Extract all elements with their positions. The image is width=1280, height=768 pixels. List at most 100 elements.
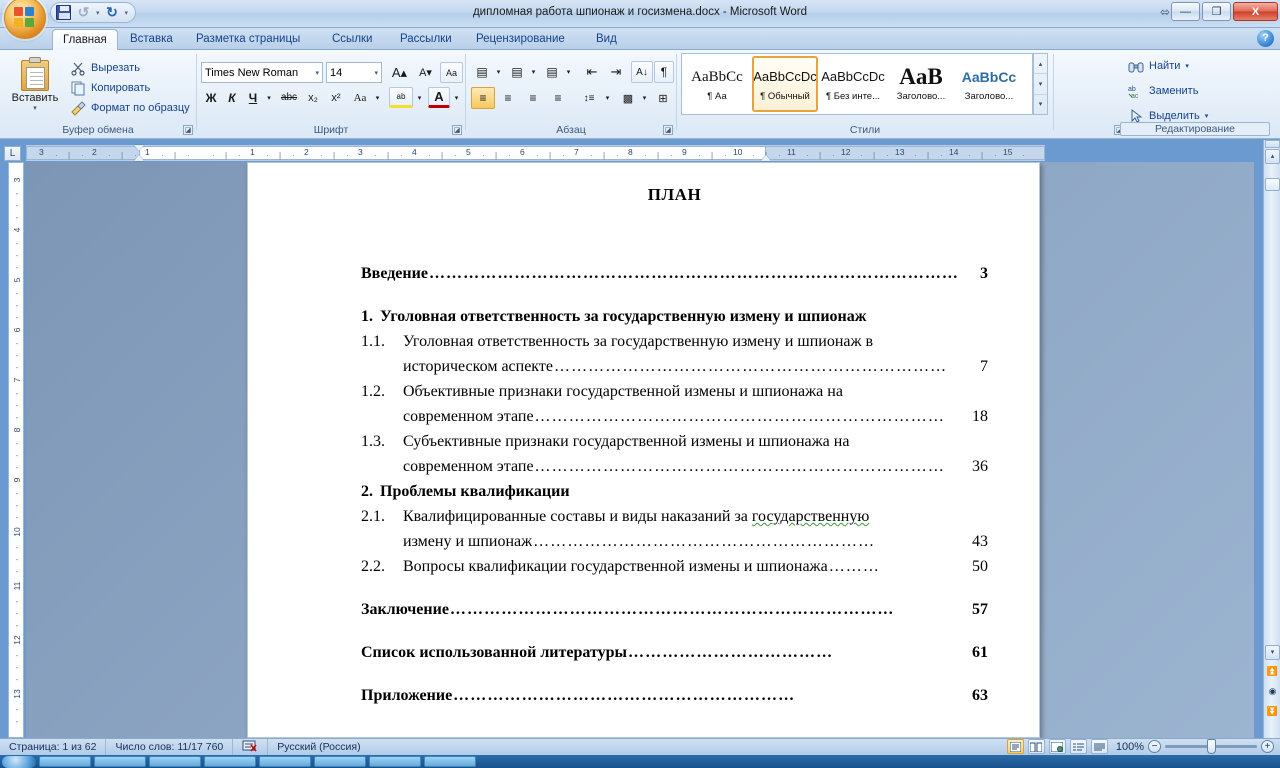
taskbar-item[interactable] [314,756,366,767]
bullets-dropdown-icon[interactable]: ▾ [493,61,504,83]
tab-references[interactable]: Ссылки [322,29,383,50]
undo-dropdown-icon[interactable]: ▾ [96,9,100,17]
font-color-button[interactable]: A [428,87,450,108]
font-dialog-launcher[interactable]: ◪ [452,125,462,135]
tab-stop-selector[interactable]: L [4,146,21,161]
zoom-slider-thumb[interactable] [1207,739,1216,754]
document-canvas[interactable]: ПЛАН Введение ……………………………………………………………………… [26,162,1254,738]
shading-dropdown-icon[interactable]: ▾ [639,87,650,109]
subscript-button[interactable]: x₂ [302,87,324,108]
status-language[interactable]: Русский (Россия) [268,739,369,756]
grow-font-button[interactable]: A▴ [387,62,412,83]
hanging-indent-marker[interactable] [134,155,144,161]
tab-view[interactable]: Вид [586,29,627,50]
save-icon[interactable] [56,5,71,20]
view-print-layout-button[interactable] [1006,739,1024,754]
copy-button[interactable]: Копировать [70,78,150,97]
redo-icon[interactable]: ↻ [105,5,120,20]
increase-indent-button[interactable]: ⇥ [604,61,628,83]
restore-button[interactable]: ❐ [1202,2,1231,21]
scrollbar-thumb[interactable] [1265,178,1280,191]
clear-formatting-button[interactable]: Aa [440,62,463,83]
change-case-button[interactable]: Aa [348,87,372,108]
tab-insert[interactable]: Вставка [120,29,183,50]
replace-button[interactable]: ab ac Заменить [1128,81,1198,100]
format-painter-button[interactable]: Формат по образцу [70,98,190,117]
zoom-out-button[interactable]: − [1148,740,1161,753]
sort-button[interactable]: A↓ [631,61,653,83]
status-word-count[interactable]: Число слов: 11/17 760 [106,738,234,756]
scroll-up-button[interactable]: ▴ [1265,149,1280,164]
bold-button[interactable]: Ж [201,87,221,108]
align-right-button[interactable]: ≡ [521,87,545,109]
taskbar-item[interactable] [94,756,146,767]
text-highlight-button[interactable]: ab [389,87,413,108]
style-item-4[interactable]: AaBbCc Заголово... [956,56,1022,112]
underline-button[interactable]: Ч [243,87,263,108]
text-highlight-dropdown-icon[interactable]: ▾ [414,87,425,108]
line-spacing-button[interactable]: ↕≡ [576,87,602,109]
status-proofing-status[interactable] [233,738,269,756]
close-button[interactable]: X [1233,2,1278,21]
line-spacing-dropdown-icon[interactable]: ▾ [602,87,613,109]
document-body[interactable]: ПЛАН Введение ……………………………………………………………………… [361,185,988,708]
taskbar-item[interactable] [369,756,421,767]
status-page-indicator[interactable]: Страница: 1 из 62 [0,738,107,756]
horizontal-ruler[interactable]: 3 · | · 2 · | · 1 · | · · | · 1 · | · 2 · | · 3 · | · … [26,145,1045,161]
style-item-1[interactable]: AaBbCcDc ¶ Обычный [752,56,818,112]
tab-home[interactable]: Главная [52,29,118,50]
change-case-dropdown-icon[interactable]: ▾ [372,87,383,108]
numbering-dropdown-icon[interactable]: ▾ [528,61,539,83]
styles-more-icon[interactable]: ▾ [1034,95,1047,114]
vertical-ruler[interactable]: 3 --- 4 --- 5 --- 6 --- 7 --- 8 --- 9 --… [8,162,24,738]
customize-qat-icon[interactable]: ▾ [125,9,129,17]
vertical-scrollbar[interactable]: ▴ ▾ ⏫ ◉ ⏬ [1263,140,1280,738]
tab-mailings[interactable]: Рассылки [390,29,462,50]
first-line-indent-marker[interactable] [134,145,144,151]
align-center-button[interactable]: ≡ [496,87,520,109]
taskbar-item[interactable] [204,756,256,767]
font-name-input[interactable]: Times New Roman ▾ [201,62,323,83]
borders-button[interactable]: ⊞ [652,87,674,109]
shrink-font-button[interactable]: A▾ [413,62,438,83]
zoom-in-button[interactable]: + [1261,740,1274,753]
tab-page-layout[interactable]: Разметка страницы [186,29,310,50]
align-left-button[interactable]: ≡ [471,87,495,109]
underline-dropdown-icon[interactable]: ▾ [263,87,275,108]
shading-button[interactable]: ▩ [617,87,639,109]
select-browse-object-button[interactable]: ◉ [1265,684,1280,699]
help-icon[interactable]: ? [1257,30,1274,47]
styles-scroll-up-icon[interactable]: ▴ [1034,54,1047,75]
scroll-down-button[interactable]: ▾ [1265,645,1280,660]
style-item-3[interactable]: AaB Заголово... [888,56,954,112]
tab-review[interactable]: Рецензирование [466,29,575,50]
styles-scroll-down-icon[interactable]: ▾ [1034,74,1047,95]
paste-dropdown-icon[interactable]: ▾ [8,104,62,112]
multilevel-dropdown-icon[interactable]: ▾ [563,61,574,83]
superscript-button[interactable]: x² [325,87,347,108]
paragraph-dialog-launcher[interactable]: ◪ [663,125,673,135]
right-indent-marker[interactable] [761,155,771,161]
show-formatting-marks-button[interactable]: ¶ [654,61,674,83]
paste-button[interactable]: Вставить ▾ [8,55,62,115]
font-color-dropdown-icon[interactable]: ▾ [451,87,462,108]
decrease-indent-button[interactable]: ⇤ [580,61,604,83]
justify-button[interactable]: ≡ [546,87,570,109]
split-window-handle[interactable] [1265,140,1280,148]
view-web-layout-button[interactable] [1048,739,1066,754]
zoom-level-label[interactable]: 100% [1116,741,1144,753]
zoom-slider[interactable] [1165,739,1257,754]
cut-button[interactable]: Вырезать [70,58,140,77]
strikethrough-button[interactable]: abc [277,87,301,108]
find-dropdown-icon[interactable]: ▾ [1185,62,1189,70]
view-outline-button[interactable] [1069,739,1087,754]
undo-icon[interactable]: ↺ [76,5,91,20]
font-size-dropdown-icon[interactable]: ▾ [370,69,378,77]
previous-page-button[interactable]: ⏫ [1265,664,1280,679]
taskbar-item[interactable] [424,756,476,767]
select-dropdown-icon[interactable]: ▾ [1205,112,1209,120]
view-full-screen-reading-button[interactable] [1027,739,1045,754]
minimize-button[interactable]: — [1171,2,1200,21]
multilevel-list-button[interactable]: ▤ [541,61,563,83]
styles-gallery-scrollbar[interactable]: ▴ ▾ ▾ [1033,53,1048,115]
